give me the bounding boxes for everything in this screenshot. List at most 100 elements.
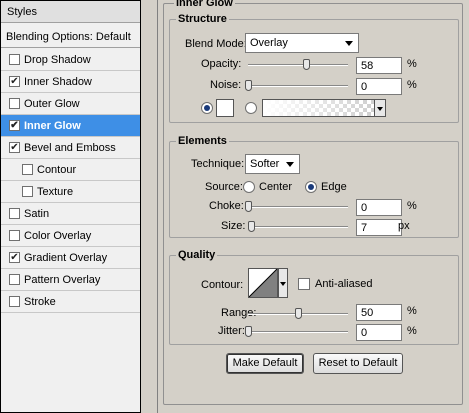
style-checkbox[interactable] [22, 186, 33, 197]
size-slider-track[interactable] [248, 226, 348, 228]
style-item-label: Inner Shadow [24, 76, 92, 88]
style-item-label: Drop Shadow [24, 54, 91, 66]
style-item-texture[interactable]: Texture [1, 181, 140, 203]
opacity-label: Opacity: [201, 58, 242, 70]
contour-preview[interactable] [248, 268, 278, 298]
noise-unit: % [407, 79, 417, 91]
style-item-gradient-overlay[interactable]: ✔ Gradient Overlay [1, 247, 140, 269]
style-item-label: Inner Glow [24, 120, 81, 132]
size-unit: px [398, 220, 410, 232]
size-label: Size: [221, 220, 246, 232]
style-checkbox[interactable] [22, 164, 33, 175]
chevron-down-icon [345, 41, 353, 46]
style-checkbox[interactable]: ✔ [9, 120, 20, 131]
source-center-radio[interactable] [243, 181, 255, 193]
noise-input[interactable]: 0 [356, 78, 402, 95]
anti-aliased-label: Anti-aliased [315, 278, 373, 290]
style-item-color-overlay[interactable]: Color Overlay [1, 225, 140, 247]
gradient-radio[interactable] [245, 102, 257, 114]
source-label: Source: [205, 181, 243, 193]
style-item-pattern-overlay[interactable]: Pattern Overlay [1, 269, 140, 291]
chevron-down-icon [377, 107, 383, 111]
range-input[interactable]: 50 [356, 304, 402, 321]
range-slider-thumb[interactable] [295, 308, 302, 319]
size-slider-thumb[interactable] [248, 221, 255, 232]
style-item-label: Contour [37, 164, 77, 176]
blend-mode-select[interactable]: Overlay [245, 33, 359, 53]
choke-unit: % [407, 200, 417, 212]
style-checkbox[interactable] [9, 54, 20, 65]
make-default-button[interactable]: Make Default [226, 353, 304, 374]
style-item-stroke[interactable]: Stroke [1, 291, 140, 313]
styles-title[interactable]: Styles [1, 1, 140, 23]
jitter-slider-track[interactable] [248, 331, 348, 333]
style-checkbox[interactable] [9, 98, 20, 109]
anti-aliased-checkbox[interactable] [298, 278, 310, 290]
style-item-label: Bevel and Emboss [24, 142, 116, 154]
chevron-down-icon [286, 162, 294, 167]
style-checkbox[interactable]: ✔ [9, 142, 20, 153]
style-item-label: Pattern Overlay [24, 274, 101, 286]
technique-value: Softer [250, 158, 280, 170]
chevron-down-icon [280, 282, 286, 286]
style-item-inner-glow[interactable]: ✔ Inner Glow [1, 115, 140, 137]
style-item-satin[interactable]: Satin [1, 203, 140, 225]
contour-curve-icon [248, 268, 278, 298]
choke-slider-thumb[interactable] [245, 201, 252, 212]
technique-label: Technique: [191, 158, 245, 170]
style-item-label: Texture [37, 186, 74, 198]
style-item-label: Color Overlay [24, 230, 92, 242]
elements-title: Elements [176, 135, 229, 147]
gradient-dropdown-button[interactable] [374, 99, 386, 117]
choke-input[interactable]: 0 [356, 199, 402, 216]
styles-panel: Styles Blending Options: Default Drop Sh… [0, 0, 141, 413]
style-checkbox[interactable] [9, 296, 20, 307]
blend-mode-value: Overlay [250, 37, 288, 49]
style-checkbox[interactable] [9, 274, 20, 285]
blending-options-item[interactable]: Blending Options: Default [1, 26, 140, 48]
style-checkbox[interactable] [9, 208, 20, 219]
source-edge-label: Edge [321, 181, 347, 193]
color-radio[interactable] [201, 102, 213, 114]
source-edge-radio[interactable] [305, 181, 317, 193]
style-checkbox[interactable] [9, 230, 20, 241]
gradient-swatch[interactable] [262, 99, 382, 117]
opacity-slider-track[interactable] [248, 64, 348, 66]
style-item-drop-shadow[interactable]: Drop Shadow [1, 49, 140, 71]
source-center-label: Center [259, 181, 293, 193]
gradient-fill [263, 100, 381, 116]
inner-glow-title: Inner Glow [174, 0, 235, 9]
size-input[interactable]: 7 [356, 219, 402, 236]
jitter-label: Jitter: [218, 325, 245, 337]
style-item-contour[interactable]: Contour [1, 159, 140, 181]
jitter-slider-thumb[interactable] [245, 326, 252, 337]
reset-to-default-button[interactable]: Reset to Default [313, 353, 403, 374]
opacity-unit: % [407, 58, 417, 70]
contour-dropdown-button[interactable] [278, 268, 288, 298]
glow-color-swatch[interactable] [216, 99, 234, 117]
style-item-label: Outer Glow [24, 98, 80, 110]
quality-title: Quality [176, 249, 218, 261]
jitter-unit: % [407, 325, 417, 337]
contour-label: Contour: [201, 279, 244, 291]
blend-mode-label: Blend Mode: [185, 38, 247, 50]
noise-slider-thumb[interactable] [245, 80, 252, 91]
choke-label: Choke: [209, 200, 244, 212]
style-checkbox[interactable]: ✔ [9, 76, 20, 87]
structure-title: Structure [176, 13, 229, 25]
inner-glow-panel: Inner Glow Structure Blend Mode: Overlay… [157, 0, 469, 413]
style-item-bevel-and-emboss[interactable]: ✔ Bevel and Emboss [1, 137, 140, 159]
style-checkbox[interactable]: ✔ [9, 252, 20, 263]
style-item-outer-glow[interactable]: Outer Glow [1, 93, 140, 115]
opacity-input[interactable]: 58 [356, 57, 402, 74]
style-item-label: Satin [24, 208, 50, 220]
noise-label: Noise: [210, 79, 242, 91]
style-item-label: Stroke [24, 296, 56, 308]
style-item-label: Gradient Overlay [24, 252, 108, 264]
style-item-inner-shadow[interactable]: ✔ Inner Shadow [1, 71, 140, 93]
jitter-input[interactable]: 0 [356, 324, 402, 341]
noise-slider-track[interactable] [248, 85, 348, 87]
technique-select[interactable]: Softer [245, 154, 300, 174]
choke-slider-track[interactable] [248, 206, 348, 208]
opacity-slider-thumb[interactable] [303, 59, 310, 70]
